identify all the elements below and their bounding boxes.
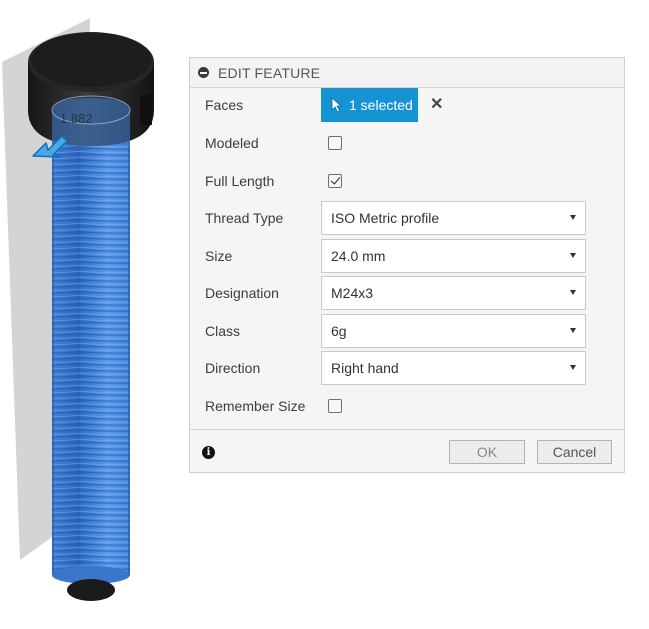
row-remember-size: Remember Size (190, 391, 624, 421)
class-label: Class (205, 323, 241, 339)
direction-label: Direction (205, 360, 261, 376)
row-direction: Direction Right hand (190, 351, 624, 385)
designation-label: Designation (205, 285, 279, 301)
size-select[interactable]: 24.0 mm (321, 239, 586, 273)
bolt-end (67, 579, 115, 601)
modeled-label: Modeled (205, 135, 259, 151)
row-designation: Designation M24x3 (190, 276, 624, 310)
modeled-checkbox[interactable] (328, 136, 342, 150)
collapse-icon[interactable] (198, 67, 209, 78)
row-full-length: Full Length (190, 166, 624, 196)
row-class: Class 6g (190, 314, 624, 348)
remember-size-label: Remember Size (205, 398, 306, 414)
size-value: 24.0 mm (331, 248, 386, 264)
thread-type-label: Thread Type (205, 210, 284, 226)
faces-selection-value: 1 selected (349, 97, 413, 113)
row-modeled: Modeled (190, 128, 624, 158)
chevron-down-icon (570, 365, 576, 370)
dialog-header[interactable]: EDIT FEATURE (190, 58, 624, 88)
class-value: 6g (331, 323, 347, 339)
thread-type-value: ISO Metric profile (331, 210, 440, 226)
ok-button[interactable]: OK (449, 440, 525, 464)
dialog-footer: i OK Cancel (190, 429, 624, 474)
edit-feature-dialog: EDIT FEATURE Faces 1 selected ✕ Modeled … (189, 57, 625, 473)
row-size: Size 24.0 mm (190, 239, 624, 273)
direction-value: Right hand (331, 360, 399, 376)
thread-type-select[interactable]: ISO Metric profile (321, 201, 586, 235)
dialog-title: EDIT FEATURE (218, 64, 321, 81)
close-icon[interactable]: ✕ (430, 97, 443, 113)
threaded-shaft (52, 120, 130, 584)
chevron-down-icon (570, 253, 576, 258)
class-select[interactable]: 6g (321, 314, 586, 348)
remember-size-checkbox[interactable] (328, 399, 342, 413)
full-length-label: Full Length (205, 173, 275, 189)
chevron-down-icon (570, 328, 576, 333)
chevron-down-icon (570, 290, 576, 295)
faces-selection-button[interactable]: 1 selected (321, 88, 418, 122)
cancel-button[interactable]: Cancel (537, 440, 612, 464)
bolt-head (28, 32, 154, 146)
canvas-viewport[interactable]: 1.882 EDIT FEATURE Faces 1 selected ✕ Mo… (0, 0, 649, 629)
designation-select[interactable]: M24x3 (321, 276, 586, 310)
row-faces: Faces 1 selected ✕ (190, 88, 624, 122)
dimension-label: 1.882 (60, 111, 93, 126)
designation-value: M24x3 (331, 285, 374, 301)
direction-select[interactable]: Right hand (321, 351, 586, 385)
size-label: Size (205, 248, 233, 264)
info-icon[interactable]: i (202, 446, 215, 459)
cursor-arrow-icon (331, 97, 343, 113)
faces-label: Faces (205, 97, 244, 113)
bolt-model[interactable]: 1.882 (0, 0, 190, 629)
full-length-checkbox[interactable] (328, 174, 342, 188)
chevron-down-icon (570, 215, 576, 220)
row-thread-type: Thread Type ISO Metric profile (190, 201, 624, 235)
